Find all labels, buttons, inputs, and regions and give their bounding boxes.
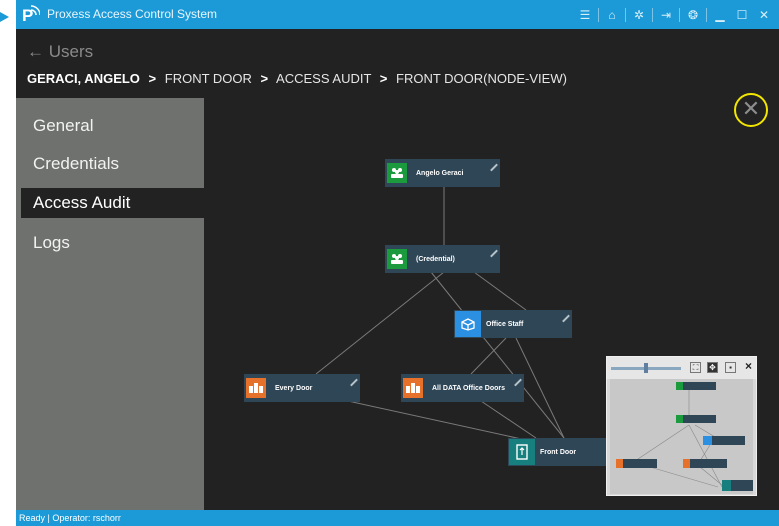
edit-pencil-icon[interactable] [562, 314, 570, 323]
graph-edge [315, 271, 445, 375]
expand-icon[interactable]: ✥ [707, 362, 718, 373]
building-icon [403, 378, 423, 398]
people-icon [387, 249, 407, 269]
node-label: Every Door [275, 384, 313, 392]
edit-pencil-icon[interactable] [514, 378, 522, 387]
door-icon [509, 439, 535, 465]
graph-node-all-data-office-doors[interactable]: All DATA Office Doors [401, 374, 524, 402]
graph-node-angelo-geraci[interactable]: Angelo Geraci [385, 159, 500, 187]
node-label: Office Staff [486, 320, 524, 328]
node-label: Front Door [540, 448, 577, 456]
building-icon [246, 378, 266, 398]
edit-pencil-icon[interactable] [490, 163, 498, 172]
minimap-close-icon[interactable]: × [745, 359, 752, 373]
status-bar: Ready | Operator: rschorr [16, 510, 779, 526]
edit-pencil-icon[interactable] [350, 378, 358, 387]
minimap-canvas[interactable] [610, 379, 753, 494]
box-icon [455, 311, 481, 337]
app-window: P Proxess Access Control System ☰ ⌂ ✲ ⇥ … [16, 0, 779, 526]
edit-pencil-icon[interactable] [490, 249, 498, 258]
node-label: (Credential) [416, 255, 455, 263]
graph-edge [347, 400, 527, 441]
graph-node-every-door[interactable]: Every Door [244, 374, 360, 402]
node-label: All DATA Office Doors [432, 384, 505, 392]
graph-edge [473, 271, 527, 311]
minimap-preview [616, 382, 753, 491]
pointer-arrow-icon [0, 12, 9, 22]
graph-edge [430, 271, 565, 439]
node-label: Angelo Geraci [416, 169, 464, 177]
people-icon [387, 163, 407, 183]
minimap-toolbar: ⛶ ✥ ▪ × [607, 357, 756, 379]
minimap-panel[interactable]: ⛶ ✥ ▪ × [606, 356, 757, 496]
fit-screen-icon[interactable]: ⛶ [690, 362, 701, 373]
graph-node-credential[interactable]: (Credential) [385, 245, 500, 273]
graph-node-office-staff[interactable]: Office Staff [454, 310, 572, 338]
stop-icon[interactable]: ▪ [725, 362, 736, 373]
zoom-slider-thumb[interactable] [644, 363, 648, 373]
